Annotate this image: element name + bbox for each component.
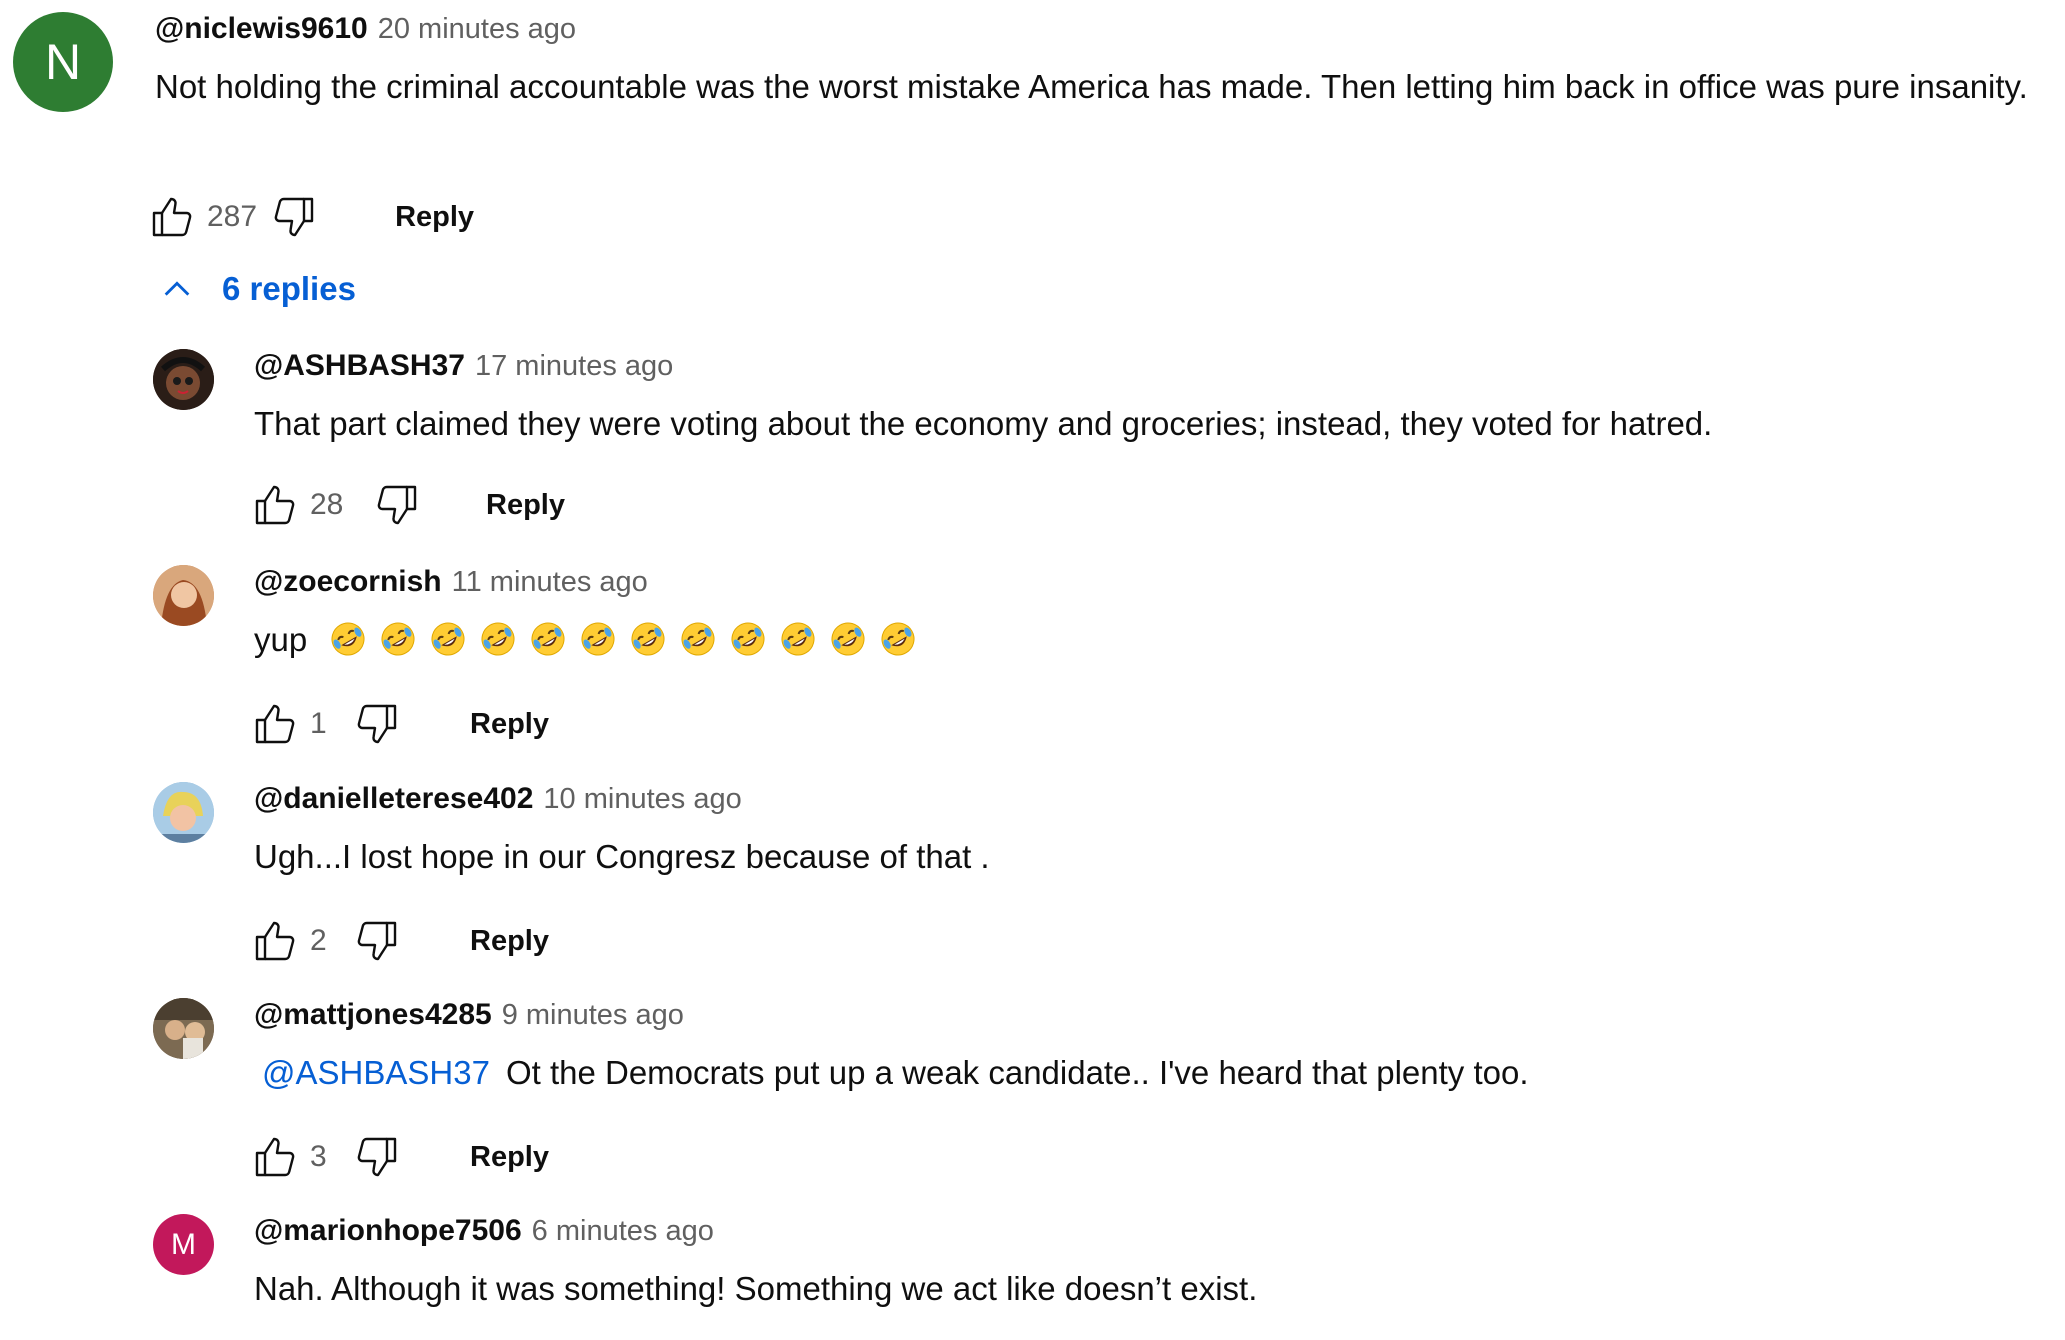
mention-link[interactable]: @ASHBASH37: [254, 1054, 490, 1091]
dislike-button[interactable]: [350, 1130, 404, 1184]
reply-button[interactable]: Reply: [379, 193, 490, 242]
dislike-button[interactable]: [350, 697, 404, 751]
comment-author[interactable]: @mattjones4285: [254, 998, 492, 1032]
rolling-on-floor-laughing-emoji-icon: [631, 622, 665, 656]
avatar-image: [153, 565, 214, 626]
like-button[interactable]: [145, 190, 199, 244]
comment-header: @danielleterese402 10 minutes ago: [254, 782, 1954, 826]
comment-author[interactable]: @ASHBASH37: [254, 349, 465, 383]
like-count: 1: [310, 707, 327, 740]
thumbs-up-icon: [255, 704, 295, 744]
comment-header: @ASHBASH37 17 minutes ago: [254, 349, 1954, 393]
like-count: 3: [310, 1140, 327, 1173]
comment-timestamp[interactable]: 6 minutes ago: [532, 1215, 714, 1248]
comment-body: @danielleterese402 10 minutes ago Ugh...…: [254, 782, 1954, 882]
like-button[interactable]: [248, 697, 302, 751]
thumbs-up-icon: [255, 485, 295, 525]
comment-action-bar: 287 Reply: [145, 187, 490, 247]
emoji-row: [330, 621, 930, 658]
thumbs-down-icon: [357, 704, 397, 744]
like-button[interactable]: [248, 1130, 302, 1184]
rolling-on-floor-laughing-emoji-icon: [431, 622, 465, 656]
reply-button[interactable]: Reply: [470, 481, 581, 530]
comment-body: @niclewis9610 20 minutes ago Not holding…: [155, 12, 2055, 112]
avatar[interactable]: [153, 998, 214, 1059]
rolling-on-floor-laughing-emoji-icon: [781, 622, 815, 656]
comment-timestamp[interactable]: 10 minutes ago: [543, 783, 741, 816]
replies-toggle[interactable]: 6 replies: [160, 270, 356, 308]
chevron-up-icon: [164, 281, 190, 296]
rolling-on-floor-laughing-emoji-icon: [381, 622, 415, 656]
avatar-image: [153, 349, 214, 410]
comment-action-bar: 1 Reply: [248, 694, 565, 754]
avatar-image: [153, 782, 214, 843]
like-button[interactable]: [248, 478, 302, 532]
thumbs-down-icon: [357, 921, 397, 961]
comment-body: @marionhope7506 6 minutes ago Nah. Altho…: [254, 1214, 1954, 1314]
comment-timestamp[interactable]: 17 minutes ago: [475, 350, 673, 383]
comment-timestamp[interactable]: 9 minutes ago: [502, 999, 684, 1032]
dislike-button[interactable]: [267, 190, 321, 244]
comment-thread: N @niclewis9610 20 minutes ago Not holdi…: [0, 0, 2065, 1340]
comment-timestamp[interactable]: 20 minutes ago: [378, 13, 576, 46]
avatar[interactable]: N: [13, 12, 113, 112]
avatar[interactable]: M: [153, 1214, 214, 1275]
rolling-on-floor-laughing-emoji-icon: [831, 622, 865, 656]
rolling-on-floor-laughing-emoji-icon: [881, 622, 915, 656]
avatar[interactable]: [153, 565, 214, 626]
comment-text: @ASHBASH37 Ot the Democrats put up a weak…: [254, 1048, 1954, 1098]
rolling-on-floor-laughing-emoji-icon: [481, 622, 515, 656]
comment-text-word: yup: [254, 621, 308, 658]
comment-author[interactable]: @danielleterese402: [254, 782, 533, 816]
comment-text: Nah. Although it was something! Somethin…: [254, 1270, 1258, 1307]
dislike-button[interactable]: [350, 914, 404, 968]
avatar[interactable]: [153, 349, 214, 410]
like-count: 28: [310, 488, 344, 521]
comment-action-bar: 3 Reply: [248, 1127, 565, 1187]
comment-text-body: Ot the Democrats put up a weak candidate…: [505, 1054, 1529, 1091]
reply-button[interactable]: Reply: [454, 700, 565, 749]
thumbs-up-icon: [152, 197, 192, 237]
rolling-on-floor-laughing-emoji-icon: [331, 622, 365, 656]
comment-text: Not holding the criminal accountable was…: [155, 68, 2028, 105]
rolling-on-floor-laughing-emoji-icon: [581, 622, 615, 656]
like-count: 2: [310, 924, 327, 957]
avatar[interactable]: [153, 782, 214, 843]
comment-text: yup: [254, 615, 1954, 665]
replies-toggle-label: 6 replies: [222, 270, 356, 307]
comment-body: @ASHBASH37 17 minutes ago That part clai…: [254, 349, 1954, 449]
like-button[interactable]: [248, 914, 302, 968]
rolling-on-floor-laughing-emoji-icon: [531, 622, 565, 656]
thumbs-down-icon: [357, 1137, 397, 1177]
comment-author[interactable]: @zoecornish: [254, 565, 442, 599]
comment-body: @zoecornish 11 minutes ago yup: [254, 565, 1954, 665]
comment-text: Ugh...I lost hope in our Congresz becaus…: [254, 838, 990, 875]
comment-header: @zoecornish 11 minutes ago: [254, 565, 1954, 609]
comment-action-bar: 2 Reply: [248, 911, 565, 971]
comment-body: @mattjones4285 9 minutes ago @ASHBASH37 O…: [254, 998, 1954, 1098]
comment-action-bar: 28 Reply: [248, 475, 581, 535]
reply-button[interactable]: Reply: [454, 917, 565, 966]
comment-header: @mattjones4285 9 minutes ago: [254, 998, 1954, 1042]
comment-header: @marionhope7506 6 minutes ago: [254, 1214, 1954, 1258]
reply-button[interactable]: Reply: [454, 1133, 565, 1182]
like-count: 287: [207, 200, 258, 233]
thumbs-down-icon: [274, 197, 314, 237]
comment-header: @niclewis9610 20 minutes ago: [155, 12, 2055, 56]
thumbs-up-icon: [255, 1137, 295, 1177]
dislike-button[interactable]: [370, 478, 424, 532]
comment-timestamp[interactable]: 11 minutes ago: [452, 566, 648, 599]
rolling-on-floor-laughing-emoji-icon: [731, 622, 765, 656]
avatar-letter: M: [171, 1227, 196, 1261]
comment-author[interactable]: @niclewis9610: [155, 12, 368, 46]
thumbs-down-icon: [377, 485, 417, 525]
avatar-letter: N: [44, 34, 82, 90]
thumbs-up-icon: [255, 921, 295, 961]
comment-text: That part claimed they were voting about…: [254, 405, 1713, 442]
rolling-on-floor-laughing-emoji-icon: [681, 622, 715, 656]
avatar-image: [153, 998, 214, 1059]
comment-author[interactable]: @marionhope7506: [254, 1214, 522, 1248]
